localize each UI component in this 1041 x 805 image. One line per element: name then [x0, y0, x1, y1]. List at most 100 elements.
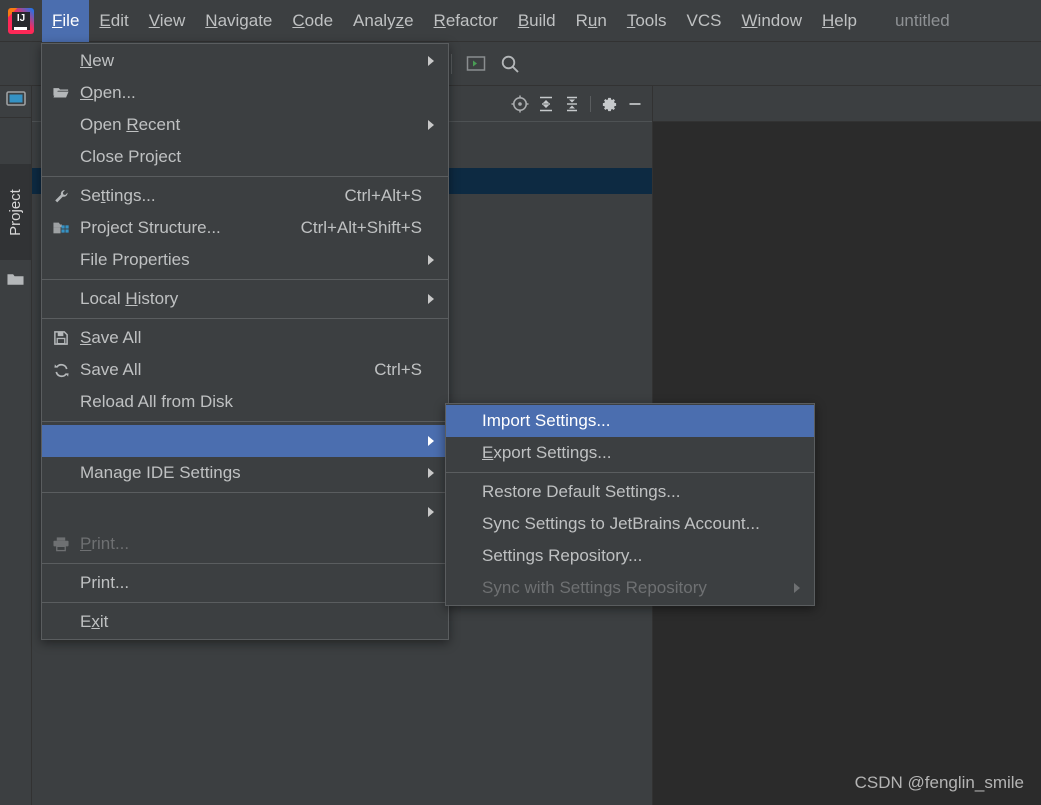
collapse-all-icon[interactable]	[559, 91, 585, 117]
menu-item-label: Sync with Settings Repository	[482, 578, 707, 597]
submenu-arrow-icon	[422, 468, 440, 478]
reload-icon	[42, 362, 80, 379]
submenu-arrow-icon	[422, 294, 440, 304]
intellij-idea-logo-icon	[0, 0, 42, 42]
submenu-arrow-icon	[422, 56, 440, 66]
menu-item-settings-repository[interactable]: Settings Repository...	[446, 540, 814, 572]
menubar-item-refactor[interactable]: Refactor	[424, 0, 508, 42]
submenu-arrow-icon	[788, 583, 806, 593]
menu-item-label: Exit	[80, 612, 109, 631]
menu-item-label: Local History	[80, 289, 179, 308]
menu-item-label: Restore Default Settings...	[482, 482, 681, 501]
menu-separator	[42, 421, 448, 422]
menu-item-invalidate-caches-restart[interactable]: Reload All from Disk	[42, 386, 448, 418]
submenu-arrow-icon	[422, 255, 440, 265]
menu-item-accelerator: Ctrl+S	[374, 360, 422, 379]
toolbar-separator	[451, 53, 452, 74]
manage-ide-settings-submenu-popup[interactable]: Import Settings... Export Settings... Re…	[445, 403, 815, 606]
menu-item-local-history[interactable]: Local History	[42, 283, 448, 315]
open-folder-icon	[42, 85, 80, 101]
project-panel-toolbar	[507, 86, 648, 122]
menu-item-label: Open Recent	[80, 115, 181, 134]
menu-item-open-recent[interactable]: Open Recent	[42, 109, 448, 141]
save-all-icon	[42, 330, 80, 346]
menu-item-new-projects-settings[interactable]: Manage IDE Settings	[42, 457, 448, 489]
menubar-item-vcs[interactable]: VCS	[677, 0, 732, 42]
menubar-item-analyze[interactable]: Analyze	[343, 0, 424, 42]
menu-item-print: Print...	[42, 528, 448, 560]
menu-item-accelerator: Ctrl+Alt+Shift+S	[300, 218, 422, 237]
gear-icon[interactable]	[596, 91, 622, 117]
sidebar-item-label: Project	[7, 188, 24, 236]
menu-item-label: Import Settings...	[482, 411, 611, 430]
menu-item-settings[interactable]: Settings... Ctrl+Alt+S	[42, 180, 448, 212]
sidebar-item-project[interactable]: Project	[0, 164, 31, 260]
submenu-arrow-icon	[422, 436, 440, 446]
expand-all-icon[interactable]	[533, 91, 559, 117]
menu-separator	[42, 318, 448, 319]
menu-separator	[42, 563, 448, 564]
menu-item-label: Settings Repository...	[482, 546, 643, 565]
menu-item-label: Project Structure...	[80, 218, 221, 237]
left-tool-stripe: Project	[0, 42, 32, 805]
menu-item-label: Print...	[80, 573, 130, 592]
submenu-arrow-icon	[422, 507, 440, 517]
menu-item-label: Settings...	[80, 186, 156, 205]
menubar-item-build[interactable]: Build	[508, 0, 566, 42]
menu-item-label: New	[80, 51, 115, 70]
menu-item-restore-default-settings[interactable]: Restore Default Settings...	[446, 476, 814, 508]
window-title: untitled	[894, 10, 950, 30]
menu-item-exit[interactable]: Exit	[42, 606, 448, 638]
menu-item-save-all[interactable]: Save All	[42, 322, 448, 354]
menubar-item-help[interactable]: Help	[812, 0, 867, 42]
minimize-icon[interactable]	[622, 91, 648, 117]
menu-item-sync-settings-to-jetbrains-account[interactable]: Sync Settings to JetBrains Account...	[446, 508, 814, 540]
menu-item-label: Save All	[80, 328, 142, 347]
menu-item-label: Print...	[80, 534, 130, 553]
toolbar-separator	[590, 96, 591, 112]
menu-item-label: Sync Settings to JetBrains Account...	[482, 514, 760, 533]
folder-icon[interactable]	[0, 260, 31, 298]
menubar-item-edit[interactable]: Edit	[89, 0, 138, 42]
menu-item-open[interactable]: Open...	[42, 77, 448, 109]
project-structure-icon	[42, 220, 80, 236]
search-everywhere-icon[interactable]	[495, 49, 525, 79]
wrench-icon	[42, 188, 80, 205]
menu-separator	[42, 602, 448, 603]
menu-item-accelerator: Ctrl+Alt+S	[344, 186, 422, 205]
menubar-item-file[interactable]: File	[42, 0, 90, 42]
menu-separator	[42, 176, 448, 177]
file-menu-popup[interactable]: New Open... Open Recent Close Project Se…	[41, 43, 449, 640]
menu-item-manage-ide-settings[interactable]	[42, 425, 448, 457]
print-icon	[42, 536, 80, 552]
locate-target-icon[interactable]	[507, 91, 533, 117]
menu-separator	[446, 472, 814, 473]
menu-item-new[interactable]: New	[42, 45, 448, 77]
menu-item-power-save-mode[interactable]: Print...	[42, 567, 448, 599]
menu-item-reload-all-from-disk[interactable]: Save All Ctrl+S	[42, 354, 448, 386]
menubar-item-run[interactable]: Run	[566, 0, 617, 42]
menubar-item-window[interactable]: Window	[732, 0, 812, 42]
menu-item-label: Save All	[80, 360, 142, 379]
menu-separator	[42, 279, 448, 280]
terminal-icon[interactable]	[461, 49, 491, 79]
intellij-idea-window: Project IJ File Edit View Navigate Code …	[0, 0, 1041, 805]
menubar-item-view[interactable]: View	[139, 0, 196, 42]
menubar-item-code[interactable]: Code	[282, 0, 343, 42]
menubar-item-tools[interactable]: Tools	[617, 0, 677, 42]
menu-separator	[42, 492, 448, 493]
menu-item-project-structure[interactable]: Project Structure... Ctrl+Alt+Shift+S	[42, 212, 448, 244]
menu-item-export-settings[interactable]: Export Settings...	[446, 437, 814, 469]
menubar-item-navigate[interactable]: Navigate	[195, 0, 282, 42]
menu-item-export[interactable]	[42, 496, 448, 528]
menu-item-import-settings[interactable]: Import Settings...	[446, 405, 814, 437]
menu-item-label: File Properties	[80, 250, 190, 269]
menu-item-label: Manage IDE Settings	[80, 463, 241, 482]
menu-item-label: Reload All from Disk	[80, 392, 234, 411]
submenu-arrow-icon	[422, 120, 440, 130]
menu-item-label: Open...	[80, 83, 136, 102]
menu-bar: File Edit View Navigate Code Analyze Ref…	[0, 0, 1041, 42]
menu-item-close-project[interactable]: Close Project	[42, 141, 448, 173]
watermark-text: CSDN @fenglin_smile	[854, 773, 1024, 792]
menu-item-file-properties[interactable]: File Properties	[42, 244, 448, 276]
